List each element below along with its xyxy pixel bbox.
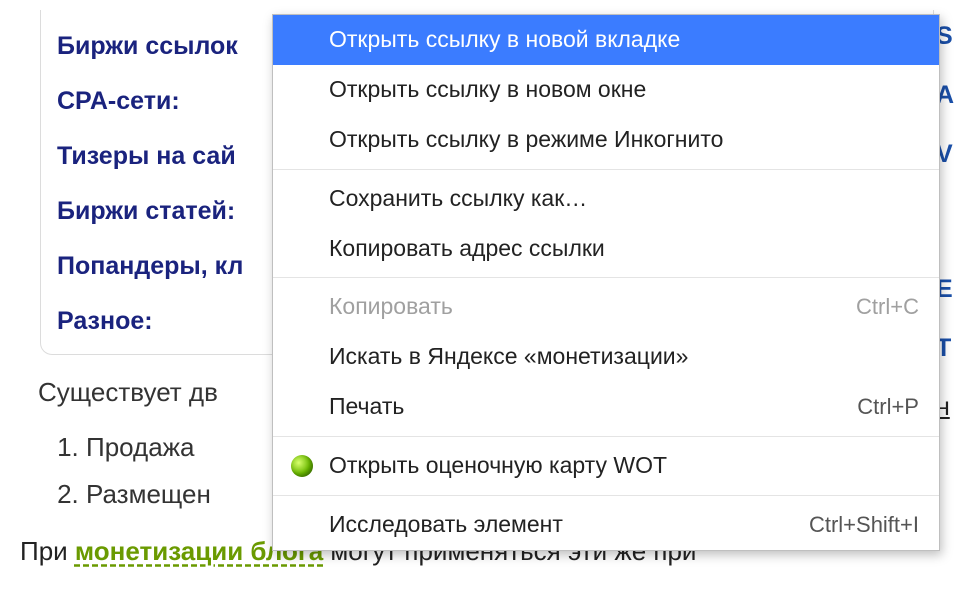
menu-label: Открыть оценочную карту WOT	[329, 451, 667, 481]
menu-label: Копировать	[329, 292, 453, 322]
context-menu: Открыть ссылку в новой вкладке Открыть с…	[272, 14, 940, 551]
menu-label: Открыть ссылку в новом окне	[329, 75, 646, 105]
menu-label: Сохранить ссылку как…	[329, 184, 587, 214]
menu-inspect-element[interactable]: Исследовать элемент Ctrl+Shift+I	[273, 500, 939, 550]
menu-print[interactable]: Печать Ctrl+P	[273, 382, 939, 432]
menu-open-incognito[interactable]: Открыть ссылку в режиме Инкогнито	[273, 115, 939, 165]
menu-copy-link-address[interactable]: Копировать адрес ссылки	[273, 224, 939, 274]
wot-icon	[291, 455, 313, 477]
page: Биржи ссылок CPA-сети: Тизеры на сай Бир…	[0, 0, 954, 616]
menu-label: Копировать адрес ссылки	[329, 234, 605, 264]
menu-open-new-tab[interactable]: Открыть ссылку в новой вкладке	[273, 15, 939, 65]
menu-separator	[273, 495, 939, 496]
menu-save-link-as[interactable]: Сохранить ссылку как…	[273, 174, 939, 224]
menu-label: Исследовать элемент	[329, 510, 563, 540]
menu-separator	[273, 277, 939, 278]
menu-separator	[273, 169, 939, 170]
menu-wot[interactable]: Открыть оценочную карту WOT	[273, 441, 939, 491]
menu-separator	[273, 436, 939, 437]
menu-copy: Копировать Ctrl+C	[273, 282, 939, 332]
menu-label: Печать	[329, 392, 404, 422]
menu-shortcut: Ctrl+Shift+I	[789, 511, 919, 540]
menu-shortcut: Ctrl+P	[837, 393, 919, 422]
menu-open-new-window[interactable]: Открыть ссылку в новом окне	[273, 65, 939, 115]
menu-search-yandex[interactable]: Искать в Яндексе «монетизации»	[273, 332, 939, 382]
menu-label: Открыть ссылку в новой вкладке	[329, 25, 680, 55]
menu-label: Открыть ссылку в режиме Инкогнито	[329, 125, 723, 155]
text-pre: При	[20, 536, 75, 566]
menu-label: Искать в Яндексе «монетизации»	[329, 342, 688, 372]
menu-shortcut: Ctrl+C	[836, 293, 919, 322]
